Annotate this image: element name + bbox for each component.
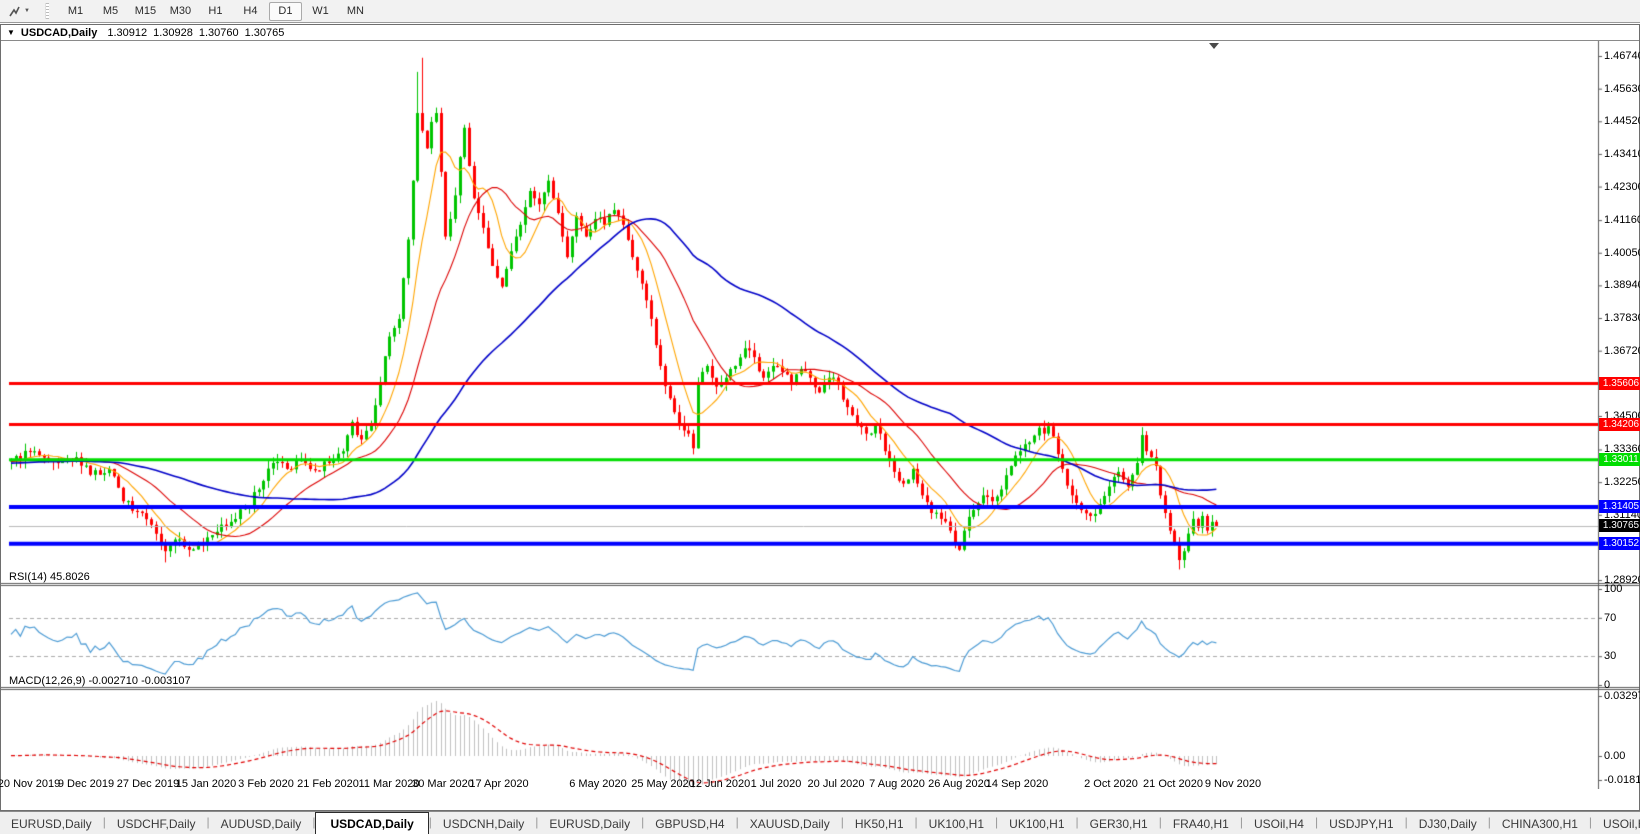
- tab-eurusd-daily[interactable]: EURUSD,Daily: [0, 814, 103, 834]
- tab-usdjpy-h1[interactable]: USDJPY,H1: [1318, 814, 1404, 834]
- timeframe-button-m30[interactable]: M30: [164, 2, 197, 21]
- tab-usdcnh-daily[interactable]: USDCNH,Daily: [432, 814, 535, 834]
- chart-window: ▼ USDCAD,Daily 1.30912 1.30928 1.30760 1…: [0, 24, 1640, 811]
- price-axis-tick: 1.36720: [1604, 344, 1640, 357]
- tab-usoil-h1[interactable]: USOil,H1: [1592, 814, 1640, 834]
- tab-usoil-h4[interactable]: USOil,H4: [1243, 814, 1315, 834]
- date-axis-label: 11 Mar 2020: [358, 778, 420, 790]
- timeframe-button-mn[interactable]: MN: [339, 2, 372, 21]
- price-badge: 1.35606: [1599, 376, 1640, 390]
- cursor-tool-icon: [9, 6, 20, 16]
- price-axis-tick: 1.45630: [1604, 82, 1640, 95]
- date-axis-label: 9 Dec 2019: [57, 778, 115, 790]
- tab-china300-h1[interactable]: CHINA300,H1: [1491, 814, 1589, 834]
- date-axis-label: 1 Jul 2020: [750, 778, 802, 790]
- macd-axis-tick: -0.018154: [1604, 774, 1640, 786]
- date-axis-label: 27 Dec 2019: [116, 778, 180, 790]
- chart-tab-bar: EURUSD,Daily | USDCHF,Daily | AUDUSD,Daily | U…: [0, 811, 1640, 834]
- tab-audusd-daily[interactable]: AUDUSD,Daily: [210, 814, 313, 834]
- date-axis-label: 9 Nov 2020: [1204, 778, 1262, 790]
- macd-indicator-label: MACD(12,26,9) -0.002710 -0.003107: [9, 675, 191, 687]
- top-toolbar: ▼ M1 M5 M15 M30 H1 H4 D1 W1 MN: [0, 0, 1640, 23]
- date-axis-label: 21 Feb 2020: [297, 778, 359, 790]
- chart-symbol-title: USDCAD,Daily: [20, 26, 98, 39]
- date-axis-label: 21 Oct 2020: [1143, 778, 1203, 790]
- rsi-axis-tick: 70: [1604, 611, 1617, 624]
- quote-open: 1.30912: [107, 26, 148, 39]
- price-badge: 1.30765: [1599, 519, 1640, 533]
- tabs-holder: EURUSD,Daily | USDCHF,Daily | AUDUSD,Daily | U…: [0, 812, 1640, 834]
- timeframe-button-d1[interactable]: D1: [268, 1, 302, 21]
- chart-cursor-tool-button[interactable]: ▼: [3, 2, 35, 21]
- date-axis-label: 20 Nov 2019: [0, 778, 61, 790]
- price-badge: 1.33011: [1599, 453, 1640, 467]
- price-badge: 1.31405: [1599, 500, 1640, 514]
- price-axis-tick: 1.41160: [1604, 214, 1640, 227]
- tab-ger30-h1[interactable]: GER30,H1: [1079, 814, 1159, 834]
- tab-usdchf-daily[interactable]: USDCHF,Daily: [106, 814, 207, 834]
- price-axis-tick: 1.32250: [1604, 476, 1640, 489]
- price-chart-canvas[interactable]: [1, 41, 1640, 789]
- price-axis-tick: 1.43410: [1604, 147, 1640, 160]
- quote-close: 1.30765: [244, 26, 285, 39]
- rsi-indicator-label: RSI(14) 45.8026: [9, 571, 90, 583]
- timeframe-button-h4[interactable]: H4: [234, 2, 267, 21]
- price-axis-tick: 1.40050: [1604, 246, 1640, 259]
- price-axis-tick: 1.42300: [1604, 180, 1640, 193]
- tab-xauusd-daily[interactable]: XAUUSD,Daily: [739, 814, 841, 834]
- timeframe-button-m15[interactable]: M15: [129, 2, 162, 21]
- macd-axis-tick: 0.032972: [1604, 689, 1640, 702]
- tab-uk100-h1[interactable]: UK100,H1: [918, 814, 995, 834]
- price-badge: 1.30152: [1599, 537, 1640, 551]
- rsi-axis-tick: 100: [1604, 583, 1623, 595]
- tab-usdcad-daily[interactable]: USDCAD,Daily: [315, 812, 429, 834]
- macd-axis-tick: 0.00: [1604, 750, 1626, 762]
- tab-uk100-h1[interactable]: UK100,H1: [998, 814, 1075, 834]
- date-axis-label: 25 May 2020: [631, 778, 695, 790]
- date-axis-label: 2 Oct 2020: [1084, 778, 1138, 790]
- date-axis-label: 14 Sep 2020: [985, 778, 1049, 790]
- timeframe-button-m1[interactable]: M1: [59, 2, 92, 21]
- collapse-icon[interactable]: ▼: [7, 28, 15, 37]
- timeframe-button-m5[interactable]: M5: [94, 2, 127, 21]
- timeframe-button-h1[interactable]: H1: [199, 2, 232, 21]
- price-axis-tick: 1.38940: [1604, 279, 1640, 292]
- tab-dj30-daily[interactable]: DJ30,Daily: [1408, 814, 1488, 834]
- tab-gbpusd-h4[interactable]: GBPUSD,H4: [644, 814, 735, 834]
- tab-hk50-h1[interactable]: HK50,H1: [844, 814, 915, 834]
- price-axis-tick: 1.46740: [1604, 49, 1640, 62]
- terminal-screen: ▼ M1 M5 M15 M30 H1 H4 D1 W1 MN ▼ USDCAD,Daily 1.…: [0, 0, 1640, 834]
- price-axis-tick: 1.44520: [1604, 115, 1640, 128]
- tab-fra40-h1[interactable]: FRA40,H1: [1162, 814, 1240, 834]
- price-axis-tick: 1.37830: [1604, 312, 1640, 325]
- date-axis-label: 17 Apr 2020: [469, 778, 529, 790]
- date-axis-label: 26 Aug 2020: [928, 778, 990, 790]
- price-badge: 1.34206: [1599, 418, 1640, 432]
- timeframe-button-w1[interactable]: W1: [304, 2, 337, 21]
- date-axis-label: 20 Jul 2020: [807, 778, 865, 790]
- date-axis-label: 12 Jun 2020: [689, 778, 751, 790]
- date-axis-label: 3 Feb 2020: [238, 778, 294, 790]
- quote-high: 1.30928: [153, 26, 193, 39]
- rsi-axis-tick: 30: [1604, 650, 1617, 663]
- tab-eurusd-daily[interactable]: EURUSD,Daily: [538, 814, 641, 834]
- date-axis-label: 7 Aug 2020: [869, 778, 925, 790]
- toolbar-drag-handle[interactable]: [44, 3, 49, 19]
- chevron-down-icon: ▼: [24, 8, 30, 14]
- date-axis-label: 6 May 2020: [569, 778, 627, 790]
- timeframe-toolbar: M1 M5 M15 M30 H1 H4 D1 W1 MN: [57, 1, 372, 21]
- quote-low: 1.30760: [198, 26, 239, 39]
- date-axis-label: 15 Jan 2020: [175, 778, 237, 790]
- chart-title-bar[interactable]: ▼ USDCAD,Daily 1.30912 1.30928 1.30760 1…: [1, 25, 1639, 41]
- date-axis-label: 30 Mar 2020: [412, 778, 474, 790]
